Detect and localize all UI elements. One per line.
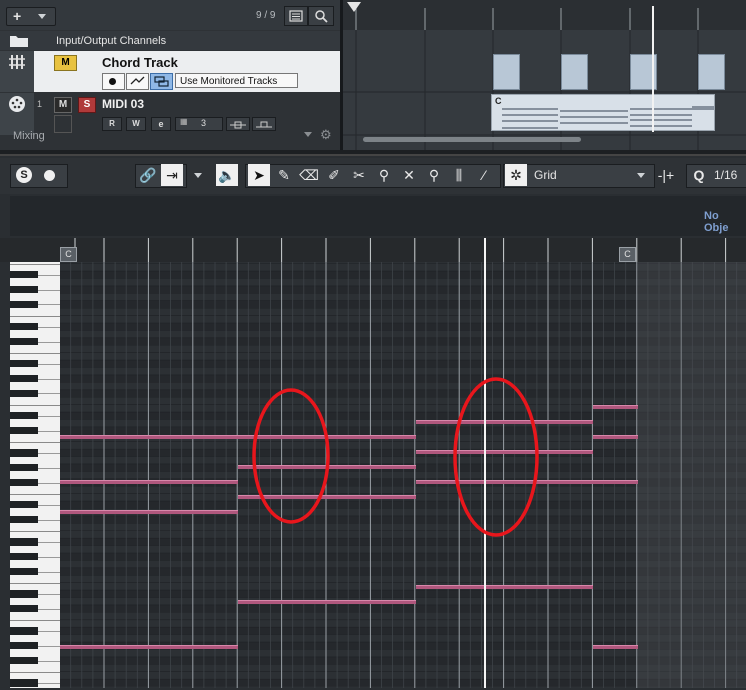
annotation-overlay bbox=[252, 377, 539, 537]
annotation-ellipse bbox=[252, 388, 330, 524]
annotation-ellipse bbox=[453, 377, 539, 537]
